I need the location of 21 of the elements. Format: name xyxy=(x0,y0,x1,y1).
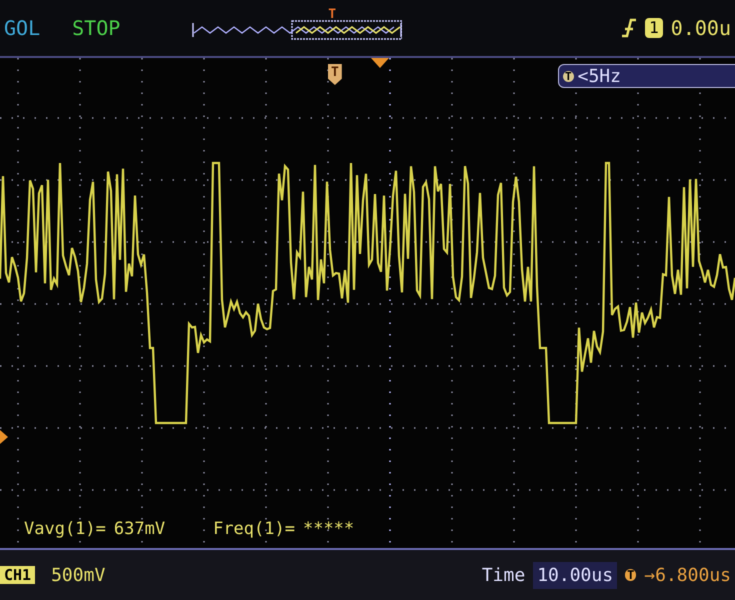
horizontal-offset: →6.800us xyxy=(644,564,731,588)
trigger-mode: GOL xyxy=(4,15,40,42)
rising-edge-icon xyxy=(621,18,638,38)
vertical-scale: 500mV xyxy=(51,564,106,588)
run-state: STOP xyxy=(72,15,120,42)
measurement-value: ***** xyxy=(302,518,354,540)
trigger-icon: T xyxy=(625,569,636,581)
trigger-frequency: <5Hz xyxy=(578,64,621,88)
trigger-level-icon xyxy=(0,430,8,444)
trigger-position-icon xyxy=(371,58,389,68)
trigger-icon: T xyxy=(563,70,574,82)
timebase: 10.00us xyxy=(533,562,618,588)
trigger-level: 0.00u xyxy=(670,15,731,42)
channel-badge: 1 xyxy=(645,18,663,38)
channel-badge: CH1 xyxy=(0,566,36,584)
trigger-marker: T xyxy=(328,64,342,85)
memory-trigger-marker: T xyxy=(328,8,336,21)
time-label: Time xyxy=(482,564,526,588)
measurement-label: Vavg(1)= xyxy=(24,518,106,540)
measurement-value: 637mV xyxy=(114,518,166,540)
measurement-label: Freq(1)= xyxy=(213,518,295,540)
